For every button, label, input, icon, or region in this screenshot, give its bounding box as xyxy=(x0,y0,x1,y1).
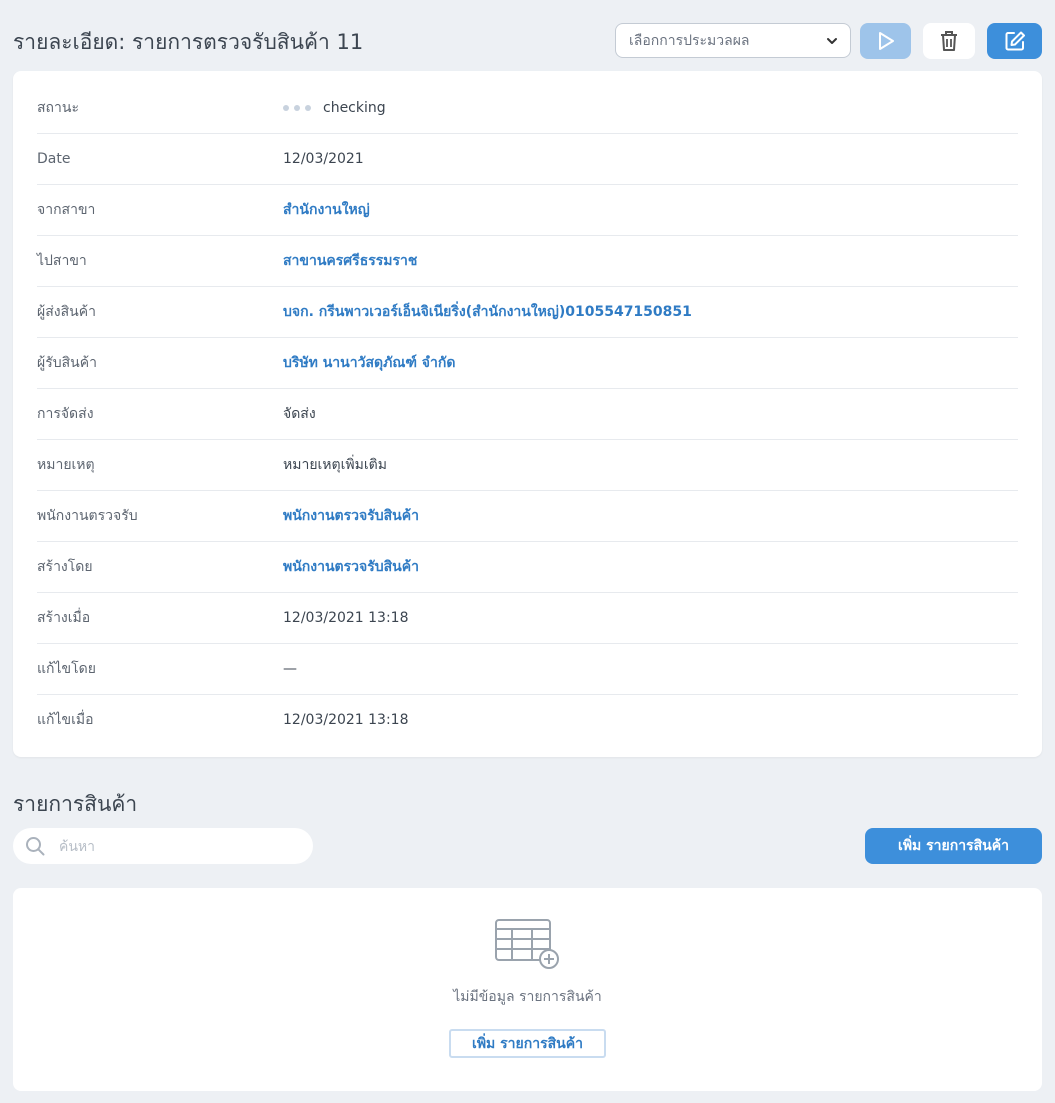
add-item-button[interactable]: เพิ่ม รายการสินค้า xyxy=(865,828,1042,864)
status-value: checking xyxy=(283,100,386,116)
status-dots-icon xyxy=(283,104,311,111)
detail-label: จากสาขา xyxy=(37,201,96,218)
detail-label: พนักงานตรวจรับ xyxy=(37,507,138,524)
sender-link[interactable]: บจก. กรีนพาวเวอร์เอ็นจิเนียริ่ง(สำนักงาน… xyxy=(283,301,692,323)
inspector-link[interactable]: พนักงานตรวจรับสินค้า xyxy=(283,505,419,527)
page-header: รายละเอียด: รายการตรวจรับสินค้า 11 เลือก… xyxy=(0,0,1055,70)
items-search[interactable] xyxy=(13,828,313,864)
detail-row-to-branch: ไปสาขา สาขานครศรีธรรมราช xyxy=(37,235,1018,287)
table-add-icon xyxy=(495,919,559,969)
detail-label: หมายเหตุ xyxy=(37,456,95,473)
detail-page: รายละเอียด: รายการตรวจรับสินค้า 11 เลือก… xyxy=(0,0,1055,1103)
detail-row-created-at: สร้างเมื่อ 12/03/2021 13:18 xyxy=(37,592,1018,644)
detail-label: สร้างเมื่อ xyxy=(37,609,91,626)
detail-row-delivery: การจัดส่ง จัดส่ง xyxy=(37,388,1018,440)
process-select[interactable]: เลือกการประมวลผล xyxy=(615,23,851,58)
run-process-button[interactable] xyxy=(860,23,911,59)
detail-label: สร้างโดย xyxy=(37,558,93,575)
detail-card: สถานะ checking Date 12/03/2021 จากสาขา ส… xyxy=(13,71,1042,757)
status-text: checking xyxy=(323,99,386,116)
detail-row-sender: ผู้ส่งสินค้า บจก. กรีนพาวเวอร์เอ็นจิเนีย… xyxy=(37,286,1018,338)
process-select-placeholder: เลือกการประมวลผล xyxy=(629,32,750,49)
detail-row-receiver: ผู้รับสินค้า บริษัท นานาวัสดุภัณฑ์ จำกัด xyxy=(37,337,1018,389)
detail-row-note: หมายเหตุ หมายเหตุเพิ่มเติม xyxy=(37,439,1018,491)
delete-button[interactable] xyxy=(923,23,975,59)
detail-row-date: Date 12/03/2021 xyxy=(37,133,1018,185)
detail-label: แก้ไขเมื่อ xyxy=(37,711,94,728)
empty-state-text: ไม่มีข้อมูล รายการสินค้า xyxy=(453,989,602,1005)
detail-row-updated-at: แก้ไขเมื่อ 12/03/2021 13:18 xyxy=(37,694,1018,745)
detail-value: 12/03/2021 xyxy=(283,150,364,167)
detail-row-status: สถานะ checking xyxy=(37,82,1018,134)
trash-icon xyxy=(941,31,957,51)
detail-label: สถานะ xyxy=(37,99,79,116)
items-section-title: รายการสินค้า xyxy=(13,792,138,816)
detail-row-inspector: พนักงานตรวจรับ พนักงานตรวจรับสินค้า xyxy=(37,490,1018,542)
detail-value: จัดส่ง xyxy=(283,405,316,422)
detail-value: — xyxy=(283,660,297,677)
detail-value: 12/03/2021 13:18 xyxy=(283,609,409,626)
detail-label: การจัดส่ง xyxy=(37,405,94,422)
detail-label: ผู้รับสินค้า xyxy=(37,354,97,371)
detail-row-updated-by: แก้ไขโดย — xyxy=(37,643,1018,695)
detail-value: 12/03/2021 13:18 xyxy=(283,711,409,728)
items-empty-state: ไม่มีข้อมูล รายการสินค้า เพิ่ม รายการสิน… xyxy=(13,888,1042,1091)
receiver-link[interactable]: บริษัท นานาวัสดุภัณฑ์ จำกัด xyxy=(283,352,455,374)
detail-label: แก้ไขโดย xyxy=(37,660,96,677)
detail-label: Date xyxy=(37,150,71,167)
from-branch-link[interactable]: สำนักงานใหญ่ xyxy=(283,199,370,221)
detail-label: ผู้ส่งสินค้า xyxy=(37,303,96,320)
to-branch-link[interactable]: สาขานครศรีธรรมราช xyxy=(283,250,417,272)
play-icon xyxy=(878,32,894,50)
edit-icon xyxy=(1005,31,1025,51)
search-icon xyxy=(26,837,45,856)
search-input[interactable] xyxy=(57,834,301,860)
edit-button[interactable] xyxy=(987,23,1042,59)
empty-add-item-button[interactable]: เพิ่ม รายการสินค้า xyxy=(449,1029,606,1058)
detail-row-from-branch: จากสาขา สำนักงานใหญ่ xyxy=(37,184,1018,236)
chevron-down-icon xyxy=(827,38,837,44)
created-by-link[interactable]: พนักงานตรวจรับสินค้า xyxy=(283,556,419,578)
page-title: รายละเอียด: รายการตรวจรับสินค้า 11 xyxy=(13,30,364,54)
detail-row-created-by: สร้างโดย พนักงานตรวจรับสินค้า xyxy=(37,541,1018,593)
detail-label: ไปสาขา xyxy=(37,252,87,269)
detail-value: หมายเหตุเพิ่มเติม xyxy=(283,456,387,473)
